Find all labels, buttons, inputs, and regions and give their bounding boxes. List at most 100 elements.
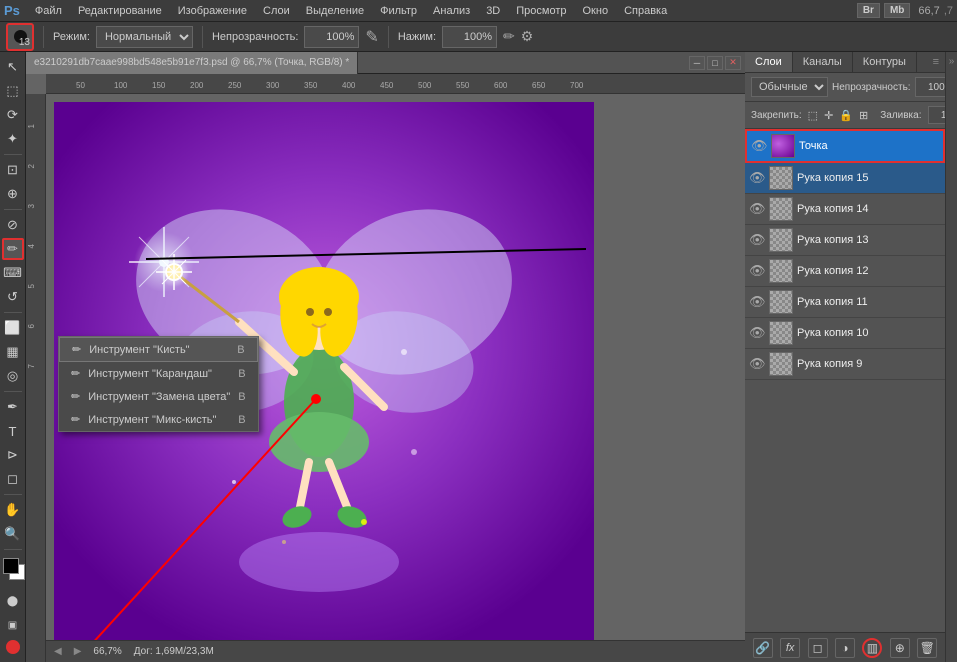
mode-dropdown[interactable]: Нормальный	[96, 26, 193, 48]
zoom-unit: ,7	[944, 5, 953, 17]
ruler-v-label-6: 6	[27, 324, 36, 328]
layer-visibility-ruka15[interactable]: 👁	[749, 170, 765, 186]
layer-visibility-ruka12[interactable]: 👁	[749, 263, 765, 279]
tool-shape[interactable]: ◻	[2, 468, 24, 490]
layer-row-ruka11[interactable]: 👁 Рука копия 11	[745, 287, 945, 318]
layer-row-ruka15[interactable]: 👁 Рука копия 15	[745, 163, 945, 194]
maximize-button[interactable]: □	[707, 56, 723, 70]
layer-name-ruka12: Рука копия 12	[797, 265, 941, 277]
ruler-label-50: 50	[76, 81, 85, 90]
tool-lasso[interactable]: ⟳	[2, 104, 24, 126]
lock-pixel-icon[interactable]: ⬚	[808, 109, 818, 122]
doc-tab-active[interactable]: e3210291db7caae998bd548e5b91e7f3.psd @ 6…	[26, 52, 358, 74]
new-group-button[interactable]: ▥	[862, 638, 882, 658]
opacity-input[interactable]	[304, 26, 359, 48]
tool-type[interactable]: T	[2, 420, 24, 442]
airbrush-icon[interactable]: ✎	[365, 27, 378, 47]
new-layer-button[interactable]: ⊕	[890, 638, 910, 658]
mb-button[interactable]: Mb	[884, 3, 910, 18]
lock-label: Закрепить:	[751, 110, 802, 121]
tool-history-brush[interactable]: ↺	[2, 286, 24, 308]
pressure-input[interactable]	[442, 26, 497, 48]
doc-tab-title: e3210291db7caae998bd548e5b91e7f3.psd @ 6…	[34, 57, 349, 68]
menu-edit[interactable]: Редактирование	[71, 3, 169, 19]
menu-analysis[interactable]: Анализ	[426, 3, 477, 19]
tool-zoom[interactable]: 🔍	[2, 523, 24, 545]
layer-row-tochka[interactable]: 👁 Точка	[745, 129, 945, 163]
context-menu-item-brush[interactable]: ✏ Инструмент "Кисть" B	[59, 337, 258, 362]
color-swatches[interactable]	[1, 558, 25, 582]
layer-row-ruka12[interactable]: 👁 Рука копия 12	[745, 256, 945, 287]
tool-hand[interactable]: ✋	[2, 499, 24, 521]
layer-visibility-ruka14[interactable]: 👁	[749, 201, 765, 217]
status-arrow-left[interactable]: ◀	[54, 646, 62, 657]
foreground-swatch[interactable]	[3, 558, 19, 574]
panel-collapse[interactable]: »	[945, 52, 957, 662]
minimize-button[interactable]: ─	[689, 56, 705, 70]
brush-size: 13	[19, 37, 30, 48]
tool-crop[interactable]: ⊡	[2, 159, 24, 181]
context-menu-item-pencil[interactable]: ✏ Инструмент "Карандаш" B	[59, 362, 258, 385]
ruler-label-600: 600	[494, 81, 507, 90]
layer-thumb-ruka15	[769, 166, 793, 190]
context-menu-replace-shortcut: B	[238, 391, 245, 403]
red-dot-indicator	[6, 640, 20, 654]
tool-move[interactable]: ↖	[2, 56, 24, 78]
tool-gradient[interactable]: ▦	[2, 341, 24, 363]
menu-view[interactable]: Просмотр	[509, 3, 573, 19]
br-button[interactable]: Br	[857, 3, 880, 18]
layer-name-tochka: Точка	[799, 140, 939, 152]
tool-eraser[interactable]: ⬜	[2, 317, 24, 339]
tool-eyedropper[interactable]: ⊕	[2, 183, 24, 205]
layer-row-ruka13[interactable]: 👁 Рука копия 13	[745, 225, 945, 256]
menu-help[interactable]: Справка	[617, 3, 674, 19]
layer-visibility-ruka13[interactable]: 👁	[749, 232, 765, 248]
lock-artboard-icon[interactable]: ⊞	[859, 109, 868, 122]
tab-paths[interactable]: Контуры	[853, 52, 917, 72]
layer-row-ruka14[interactable]: 👁 Рука копия 14	[745, 194, 945, 225]
lock-all-icon[interactable]: 🔒	[839, 109, 853, 122]
menu-window[interactable]: Окно	[576, 3, 616, 19]
layer-visibility-tochka[interactable]: 👁	[751, 138, 767, 154]
fx-button[interactable]: fx	[780, 638, 800, 658]
tool-spot-heal[interactable]: ⊘	[2, 214, 24, 236]
tab-channels[interactable]: Каналы	[793, 52, 853, 72]
tool-wand[interactable]: ✦	[2, 128, 24, 150]
menu-select[interactable]: Выделение	[299, 3, 371, 19]
tab-layers[interactable]: Слои	[745, 52, 793, 72]
tool-quick-mask[interactable]: ⬤	[2, 590, 24, 612]
layer-row-ruka9[interactable]: 👁 Рука копия 9	[745, 349, 945, 380]
ruler-label-200: 200	[190, 81, 203, 90]
layers-panel: Слои Каналы Контуры ≡ Обычные Непрозрачн…	[745, 52, 945, 662]
delete-layer-button[interactable]: 🗑	[917, 638, 937, 658]
menu-filter[interactable]: Фильтр	[373, 3, 424, 19]
menu-image[interactable]: Изображение	[171, 3, 254, 19]
layer-visibility-ruka11[interactable]: 👁	[749, 294, 765, 310]
layer-visibility-ruka9[interactable]: 👁	[749, 356, 765, 372]
blend-mode-dropdown[interactable]: Обычные	[751, 77, 828, 97]
ruler-v-label-5: 5	[27, 284, 36, 288]
panel-close-icon[interactable]: ≡	[927, 52, 945, 72]
layer-row-ruka10[interactable]: 👁 Рука копия 10	[745, 318, 945, 349]
tool-pen[interactable]: ✒	[2, 396, 24, 418]
lock-position-icon[interactable]: ✛	[824, 109, 833, 122]
tool-path[interactable]: ⊳	[2, 444, 24, 466]
tool-marquee[interactable]: ⬚	[2, 80, 24, 102]
adjustment-button[interactable]: ◑	[835, 638, 855, 658]
tool-screen-mode[interactable]: ▣	[2, 614, 24, 636]
menu-3d[interactable]: 3D	[479, 3, 507, 19]
menu-file[interactable]: Файл	[28, 3, 69, 19]
tool-blur[interactable]: ◎	[2, 365, 24, 387]
mask-button[interactable]: ◻	[808, 638, 828, 658]
close-button[interactable]: ✕	[725, 56, 741, 70]
tool-brush[interactable]: ✏	[2, 238, 24, 260]
context-menu-item-mixbrush[interactable]: ✏ Инструмент "Микс-кисть" B	[59, 408, 258, 431]
layer-visibility-ruka10[interactable]: 👁	[749, 325, 765, 341]
context-menu-item-replace[interactable]: ✏ Инструмент "Замена цвета" B	[59, 385, 258, 408]
brush-preview[interactable]: 13	[6, 23, 34, 51]
tool-clone[interactable]: ⌨	[2, 262, 24, 284]
menu-layers[interactable]: Слои	[256, 3, 297, 19]
link-layers-button[interactable]: 🔗	[753, 638, 773, 658]
settings-icon[interactable]: ⚙	[521, 28, 534, 45]
status-arrow-right[interactable]: ▶	[74, 646, 82, 657]
